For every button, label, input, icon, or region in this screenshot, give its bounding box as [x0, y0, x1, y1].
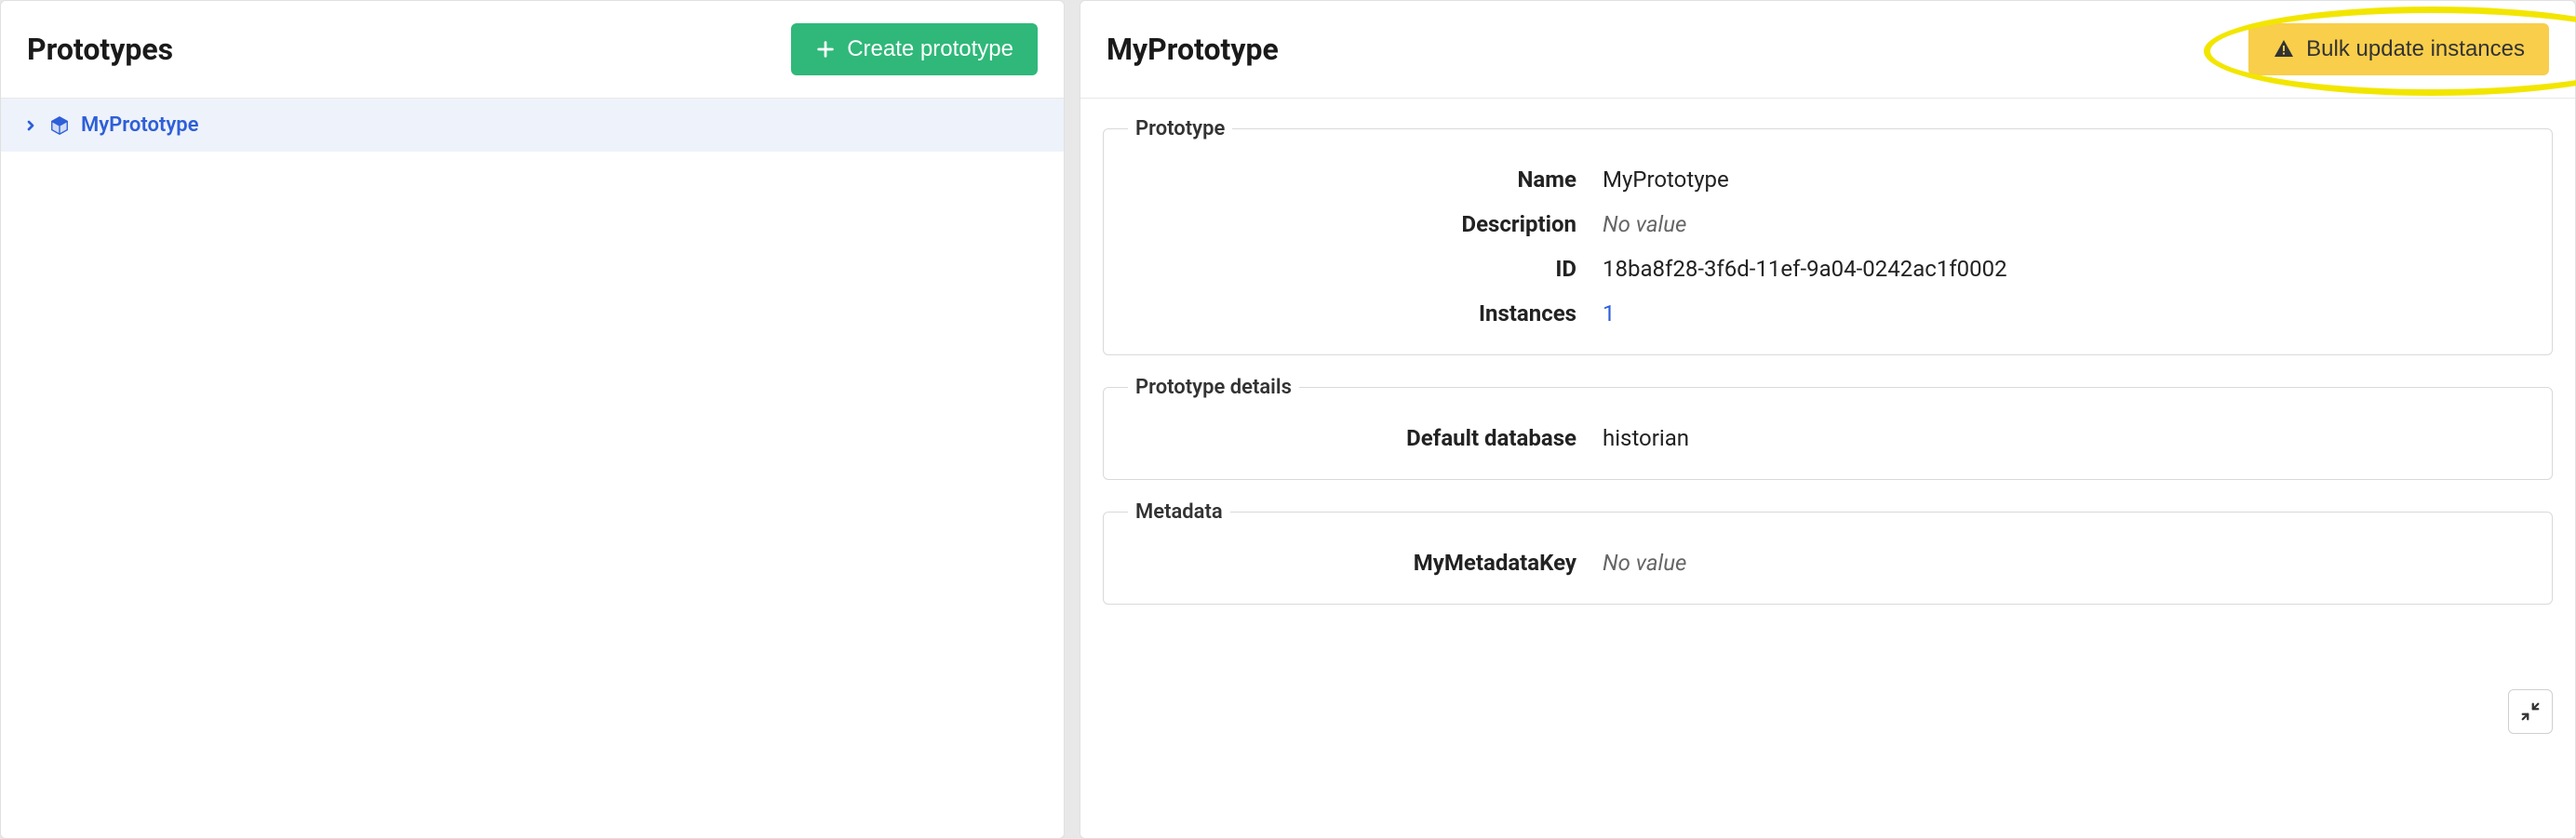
section-metadata-legend: Metadata	[1128, 500, 1230, 524]
section-metadata: Metadata MyMetadataKey No value	[1103, 500, 2553, 605]
section-prototype: Prototype Name MyPrototype Description N…	[1103, 117, 2553, 355]
cube-icon	[49, 115, 70, 136]
prototypes-panel: Prototypes Create prototype MyPrototype	[0, 0, 1065, 839]
row-default-db: Default database historian	[1128, 416, 2528, 460]
collapse-icon	[2520, 701, 2541, 722]
bulk-update-button[interactable]: Bulk update instances	[2248, 23, 2549, 75]
row-description: Description No value	[1128, 202, 2528, 246]
label-default-db: Default database	[1128, 425, 1603, 451]
collapse-button[interactable]	[2508, 689, 2553, 734]
detail-title: MyPrototype	[1107, 32, 1279, 67]
row-metadata-key: MyMetadataKey No value	[1128, 540, 2528, 585]
section-details: Prototype details Default database histo…	[1103, 376, 2553, 480]
section-prototype-legend: Prototype	[1128, 117, 1232, 140]
value-metadata-key: No value	[1603, 550, 1686, 576]
value-name: MyPrototype	[1603, 166, 1729, 193]
create-prototype-button[interactable]: Create prototype	[791, 23, 1038, 75]
label-instances: Instances	[1128, 300, 1603, 326]
label-id: ID	[1128, 256, 1603, 282]
plus-icon	[815, 39, 836, 60]
detail-body: Prototype Name MyPrototype Description N…	[1080, 99, 2575, 623]
label-metadata-key: MyMetadataKey	[1128, 550, 1603, 576]
value-default-db: historian	[1603, 425, 1689, 451]
section-details-legend: Prototype details	[1128, 376, 1299, 399]
chevron-right-icon	[23, 118, 38, 133]
prototypes-title: Prototypes	[27, 32, 173, 67]
create-prototype-label: Create prototype	[847, 36, 1013, 62]
prototypes-header: Prototypes Create prototype	[1, 1, 1064, 99]
prototype-tree: MyPrototype	[1, 99, 1064, 838]
warning-icon	[2273, 38, 2295, 60]
row-name: Name MyPrototype	[1128, 157, 2528, 202]
bulk-update-label: Bulk update instances	[2306, 36, 2525, 62]
row-instances: Instances 1	[1128, 291, 2528, 336]
detail-panel: MyPrototype Bulk update instances Protot…	[1080, 0, 2576, 839]
label-name: Name	[1128, 166, 1603, 193]
metadata-wrap: Metadata MyMetadataKey No value	[1103, 500, 2553, 605]
row-id: ID 18ba8f28-3f6d-11ef-9a04-0242ac1f0002	[1128, 246, 2528, 291]
tree-item-label: MyPrototype	[81, 113, 198, 137]
tree-item-myprototype[interactable]: MyPrototype	[1, 99, 1064, 152]
value-id: 18ba8f28-3f6d-11ef-9a04-0242ac1f0002	[1603, 256, 2007, 282]
value-description: No value	[1603, 211, 1686, 237]
detail-header: MyPrototype Bulk update instances	[1080, 1, 2575, 99]
label-description: Description	[1128, 211, 1603, 237]
value-instances-link[interactable]: 1	[1603, 300, 1616, 326]
